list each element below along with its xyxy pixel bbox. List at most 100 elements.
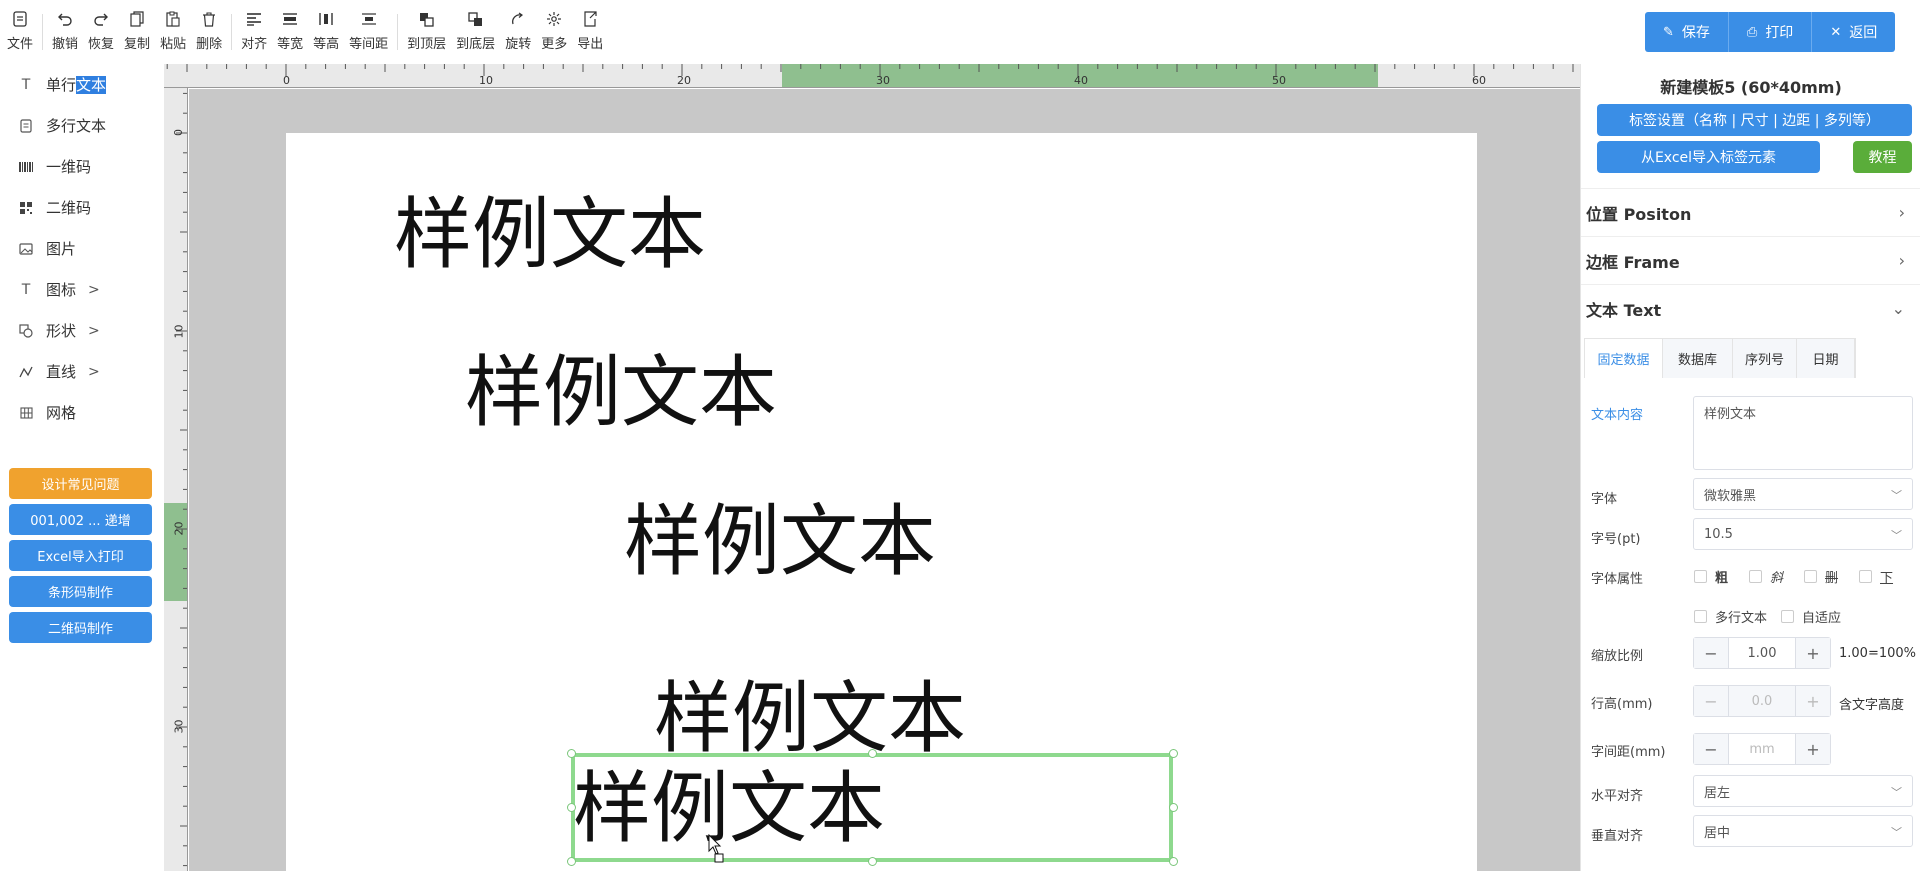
top-toolbar: 文件 撤销 恢复 复制 粘贴 删除 对齐 等宽 等高 等间距 到顶层 到底层 旋… — [0, 0, 1580, 64]
canvas-text-element[interactable]: 样例文本 — [465, 354, 777, 432]
sidebar-item-icon[interactable]: T 图标 > — [0, 269, 164, 310]
canvas-text-element[interactable]: 样例文本 — [394, 196, 706, 274]
element-sidebar: T 单行文本 多行文本 一维码 二维码 图片 T 图标 > 形状 > 直线 > … — [0, 64, 164, 871]
canvas-text-element[interactable]: 样例文本 — [654, 680, 966, 758]
design-faq-button[interactable]: 设计常见问题 — [9, 468, 152, 499]
tutorial-button[interactable]: 教程 — [1853, 141, 1912, 173]
toolbar-undo-button[interactable]: 撤销 — [47, 8, 83, 56]
checkbox-box — [1694, 610, 1707, 623]
text-source-tabs: 固定数据 数据库 序列号 日期 — [1584, 338, 1856, 378]
label-settings-button[interactable]: 标签设置（名称 | 尺寸 | 边距 | 多列等） — [1597, 104, 1912, 136]
tab-serial-number[interactable]: 序列号 — [1733, 339, 1797, 378]
sidebar-item-multiline-text[interactable]: 多行文本 — [0, 105, 164, 146]
scale-decrement-button[interactable]: − — [1694, 638, 1728, 668]
multiline-checkbox[interactable]: 多行文本 — [1694, 607, 1767, 626]
section-frame[interactable]: 边框 Frame › — [1581, 236, 1920, 284]
line-height-decrement-button[interactable]: − — [1694, 686, 1728, 716]
toolbar-copy-button[interactable]: 复制 — [119, 8, 155, 56]
resize-handle[interactable] — [868, 857, 877, 866]
vertical-align-select[interactable]: 居中 ﹀ — [1693, 815, 1913, 847]
letter-spacing-input[interactable]: mm — [1728, 734, 1796, 764]
toolbar-rotate-button[interactable]: 旋转 — [500, 8, 536, 56]
toolbar-delete-button[interactable]: 删除 — [191, 8, 227, 56]
resize-handle[interactable] — [868, 749, 877, 758]
horizontal-ruler: 0 10 20 30 40 50 60 — [164, 64, 1580, 88]
back-button[interactable]: ✕ 返回 — [1812, 12, 1896, 52]
qrcode-maker-button[interactable]: 二维码制作 — [9, 612, 152, 643]
trash-icon — [202, 8, 216, 30]
resize-handle[interactable] — [1169, 749, 1178, 758]
sidebar-item-grid[interactable]: 网格 — [0, 392, 164, 433]
tab-database[interactable]: 数据库 — [1663, 339, 1733, 378]
tab-fixed-data[interactable]: 固定数据 — [1585, 339, 1663, 378]
toolbar-equal-spacing-label: 等间距 — [349, 37, 389, 52]
letter-spacing-decrement-button[interactable]: − — [1694, 734, 1728, 764]
horizontal-align-select[interactable]: 居左 ﹀ — [1693, 775, 1913, 807]
resize-handle[interactable] — [567, 803, 576, 812]
toolbar-equal-height-button[interactable]: 等高 — [308, 8, 344, 56]
toolbar-file-button[interactable]: 文件 — [2, 8, 38, 56]
toolbar-send-back-button[interactable]: 到底层 — [451, 8, 500, 56]
chevron-right-icon: > — [88, 281, 100, 298]
resize-handle[interactable] — [567, 857, 576, 866]
toolbar-align-button[interactable]: 对齐 — [236, 8, 272, 56]
sidebar-item-line[interactable]: 直线 > — [0, 351, 164, 392]
barcode-maker-button[interactable]: 条形码制作 — [9, 576, 152, 607]
ruler-selection-highlight — [164, 503, 187, 601]
toolbar-align-label: 对齐 — [241, 37, 268, 52]
vertical-align-value: 居中 — [1704, 825, 1731, 841]
toolbar-send-back-label: 到底层 — [456, 37, 496, 52]
resize-handle[interactable] — [1169, 857, 1178, 866]
qrcode-icon — [18, 201, 34, 214]
align-icon — [246, 8, 262, 30]
bold-checkbox[interactable]: 粗 — [1694, 567, 1728, 586]
autofit-checkbox[interactable]: 自适应 — [1781, 607, 1841, 626]
font-attributes-label: 字体属性 — [1591, 572, 1644, 587]
canvas-text-element[interactable]: 样例文本 — [624, 503, 936, 581]
toolbar-equal-height-label: 等高 — [313, 37, 340, 52]
letter-spacing-increment-button[interactable]: + — [1796, 734, 1830, 764]
save-button[interactable]: ✎ 保存 — [1645, 12, 1729, 52]
excel-import-elements-button[interactable]: 从Excel导入标签元素 — [1597, 141, 1820, 173]
line-height-suffix: 含文字高度 — [1839, 698, 1905, 713]
scale-increment-button[interactable]: + — [1796, 638, 1830, 668]
italic-checkbox[interactable]: 斜 — [1749, 567, 1783, 586]
toolbar-export-button[interactable]: 导出 — [572, 8, 608, 56]
resize-handle[interactable] — [567, 749, 576, 758]
selected-canvas-text-element[interactable]: 样例文本 — [573, 770, 885, 848]
strikethrough-checkbox[interactable]: 删 — [1804, 567, 1838, 586]
section-text[interactable]: 文本 Text ⌄ — [1581, 284, 1920, 332]
font-size-select[interactable]: 10.5 ﹀ — [1693, 518, 1913, 550]
sidebar-item-qrcode[interactable]: 二维码 — [0, 187, 164, 228]
toolbar-redo-button[interactable]: 恢复 — [83, 8, 119, 56]
sidebar-item-image[interactable]: 图片 — [0, 228, 164, 269]
ruler-label: 0 — [172, 129, 185, 136]
resize-handle[interactable] — [1169, 803, 1178, 812]
toolbar-more-button[interactable]: 更多 — [536, 8, 572, 56]
sidebar-item-shape[interactable]: 形状 > — [0, 310, 164, 351]
excel-import-print-button[interactable]: Excel导入打印 — [9, 540, 152, 571]
text-content-textarea[interactable]: 样例文本 — [1693, 396, 1913, 470]
print-button[interactable]: ⎙ 打印 — [1728, 12, 1813, 52]
edit-icon: ✎ — [1663, 24, 1674, 40]
line-height-value[interactable]: 0.0 — [1728, 686, 1796, 716]
underline-checkbox[interactable]: 下 — [1859, 567, 1893, 586]
sidebar-item-single-line-text[interactable]: T 单行文本 — [0, 64, 164, 105]
increment-button[interactable]: 001,002 ... 递增 — [9, 504, 152, 535]
toolbar-paste-button[interactable]: 粘贴 — [155, 8, 191, 56]
print-button-label: 打印 — [1765, 25, 1794, 41]
chevron-down-icon: ﹀ — [1891, 786, 1902, 799]
excel-import-elements-label: 从Excel导入标签元素 — [1640, 150, 1777, 166]
toolbar-equal-spacing-button[interactable]: 等间距 — [344, 8, 393, 56]
text-content-value: 样例文本 — [1704, 407, 1757, 422]
text-content-label: 文本内容 — [1591, 408, 1644, 423]
toolbar-bring-front-button[interactable]: 到顶层 — [402, 8, 451, 56]
section-position[interactable]: 位置 Positon › — [1581, 188, 1920, 236]
scale-value[interactable]: 1.00 — [1728, 638, 1796, 668]
sidebar-item-barcode[interactable]: 一维码 — [0, 146, 164, 187]
font-select[interactable]: 微软雅黑 ﹀ — [1693, 478, 1913, 510]
toolbar-equal-width-button[interactable]: 等宽 — [272, 8, 308, 56]
tab-date[interactable]: 日期 — [1797, 339, 1855, 378]
line-height-increment-button[interactable]: + — [1796, 686, 1830, 716]
ruler-label: 10 — [479, 74, 493, 87]
